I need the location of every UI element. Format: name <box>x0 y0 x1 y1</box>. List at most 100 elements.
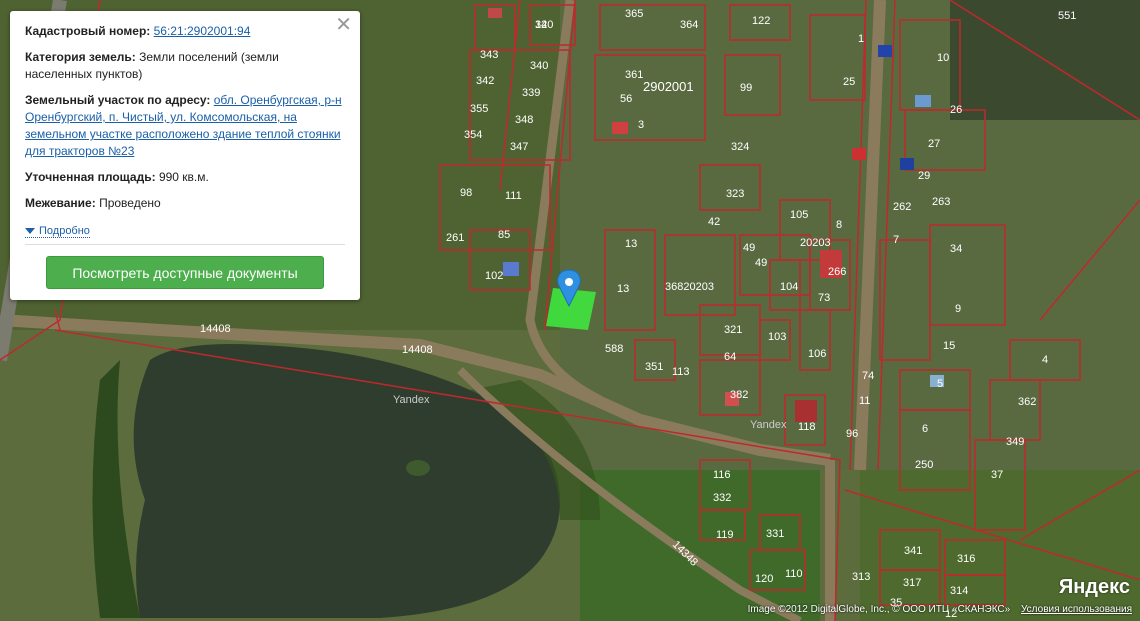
parcel-number-label: 106 <box>808 348 826 360</box>
parcel-number-label: 111 <box>505 190 522 202</box>
watermark-label: Yandex <box>750 419 787 431</box>
view-documents-button[interactable]: Посмотреть доступные документы <box>46 256 324 289</box>
parcel-number-label: 250 <box>915 459 933 471</box>
parcel-number-label: 1 <box>858 33 864 45</box>
yandex-logo: Яндекс <box>1058 576 1130 598</box>
parcel-number-label: 355 <box>470 103 488 115</box>
parcel-number-label: 10 <box>937 52 949 64</box>
parcel-number-label: 103 <box>768 331 786 343</box>
parcel-number-label: 364 <box>680 19 698 31</box>
parcel-number-label: 14 <box>535 19 547 31</box>
parcel-number-label: 104 <box>780 281 798 293</box>
parcel-number-label: 64 <box>724 351 736 363</box>
parcel-number-label: 20203 <box>800 237 831 249</box>
category-label: Категория земель: <box>25 50 136 64</box>
details-label: Подробно <box>39 225 90 237</box>
road-label: 14408 <box>402 344 433 356</box>
cadastral-row: Кадастровый номер: 56:21:2902001:94 <box>25 23 345 40</box>
chevron-down-icon <box>25 228 35 234</box>
parcel-number-label: 263 <box>932 196 950 208</box>
survey-value: Проведено <box>99 196 161 210</box>
road-label: 14408 <box>200 323 231 335</box>
parcel-number-label: 362 <box>1018 396 1036 408</box>
parcel-number-label: 42 <box>708 216 720 228</box>
parcel-number-label: 314 <box>950 585 968 597</box>
parcel-number-label: 118 <box>798 421 816 433</box>
parcel-number-label: 113 <box>672 366 690 378</box>
parcel-number-label: 588 <box>605 343 623 355</box>
parcel-number-label: 349 <box>1006 436 1024 448</box>
watermark-label: Yandex <box>393 394 430 406</box>
parcel-number-label: 321 <box>724 324 742 336</box>
address-label: Земельный участок по адресу: <box>25 93 211 107</box>
parcel-number-label: 382 <box>730 389 748 401</box>
parcel-number-label: 3 <box>638 119 644 131</box>
parcel-number-label: 27 <box>928 138 940 150</box>
parcel-number-label: 36820203 <box>665 281 714 293</box>
parcel-number-label: 340 <box>530 60 548 72</box>
parcel-number-label: 332 <box>713 492 731 504</box>
parcel-number-label: 313 <box>852 571 870 583</box>
survey-label: Межевание: <box>25 196 96 210</box>
parcel-number-label: 13 <box>617 283 629 295</box>
parcel-number-label: 120 <box>755 573 773 585</box>
parcel-number-label: 341 <box>904 545 922 557</box>
parcel-number-label: 7 <box>893 234 899 246</box>
parcel-number-label: 351 <box>645 361 663 373</box>
copyright-bar: Image ©2012 DigitalGlobe, Inc., © ООО ИТ… <box>748 604 1132 615</box>
parcel-number-label: 266 <box>828 266 846 278</box>
parcel-number-label: 49 <box>755 257 767 269</box>
parcel-number-label: 99 <box>740 82 752 94</box>
parcel-number-label: 316 <box>957 553 975 565</box>
parcel-number-label: 25 <box>843 76 855 88</box>
parcel-number-label: 5 <box>937 378 943 390</box>
parcel-number-label: 262 <box>893 201 911 213</box>
quarter-label: 2902001 <box>643 79 694 94</box>
parcel-info-popup: ✕ Кадастровый номер: 56:21:2902001:94 Ка… <box>10 11 360 300</box>
parcel-number-label: 29 <box>918 170 930 182</box>
parcel-number-label: 26 <box>950 104 962 116</box>
parcel-number-label: 34 <box>950 243 962 255</box>
details-toggle[interactable]: Подробно <box>25 225 90 238</box>
parcel-number-label: 323 <box>726 188 744 200</box>
parcel-number-label: 49 <box>743 242 755 254</box>
parcel-number-label: 85 <box>498 229 510 241</box>
parcel-number-label: 122 <box>752 15 770 27</box>
parcel-number-label: 8 <box>836 219 842 231</box>
area-row: Уточненная площадь: 990 кв.м. <box>25 169 345 186</box>
parcel-number-label: 119 <box>716 529 734 541</box>
parcel-number-label: 339 <box>522 87 540 99</box>
parcel-number-label: 331 <box>766 528 784 540</box>
parcel-number-label: 74 <box>862 370 874 382</box>
cadastral-link[interactable]: 56:21:2902001:94 <box>154 24 251 38</box>
parcel-number-label: 98 <box>460 187 472 199</box>
parcel-number-label: 116 <box>713 469 731 481</box>
terms-link[interactable]: Условия использования <box>1021 604 1132 615</box>
address-row: Земельный участок по адресу: обл. Оренбу… <box>25 92 345 160</box>
parcel-number-label: 317 <box>903 577 921 589</box>
parcel-number-label: 73 <box>818 292 830 304</box>
parcel-number-label: 6 <box>922 423 928 435</box>
parcel-number-label: 11 <box>859 395 870 407</box>
area-value: 990 кв.м. <box>158 170 209 184</box>
parcel-number-label: 102 <box>485 270 503 282</box>
parcel-number-label: 37 <box>991 469 1003 481</box>
parcel-number-label: 343 <box>480 49 498 61</box>
parcel-number-label: 13 <box>625 238 637 250</box>
parcel-number-label: 110 <box>785 568 803 580</box>
parcel-number-label: 365 <box>625 8 643 20</box>
parcel-number-label: 348 <box>515 114 533 126</box>
parcel-number-label: 105 <box>790 209 808 221</box>
parcel-number-label: 56 <box>620 93 632 105</box>
parcel-number-label: 551 <box>1058 10 1076 22</box>
cadastral-label: Кадастровый номер: <box>25 24 151 38</box>
parcel-number-label: 342 <box>476 75 494 87</box>
area-label: Уточненная площадь: <box>25 170 156 184</box>
close-icon[interactable]: ✕ <box>335 15 352 35</box>
survey-row: Межевание: Проведено <box>25 195 345 212</box>
copyright-text: Image ©2012 DigitalGlobe, Inc., © ООО ИТ… <box>747 604 1011 615</box>
divider <box>25 244 345 245</box>
parcel-number-label: 9 <box>955 303 961 315</box>
parcel-number-label: 324 <box>731 141 749 153</box>
parcel-number-label: 15 <box>943 340 955 352</box>
